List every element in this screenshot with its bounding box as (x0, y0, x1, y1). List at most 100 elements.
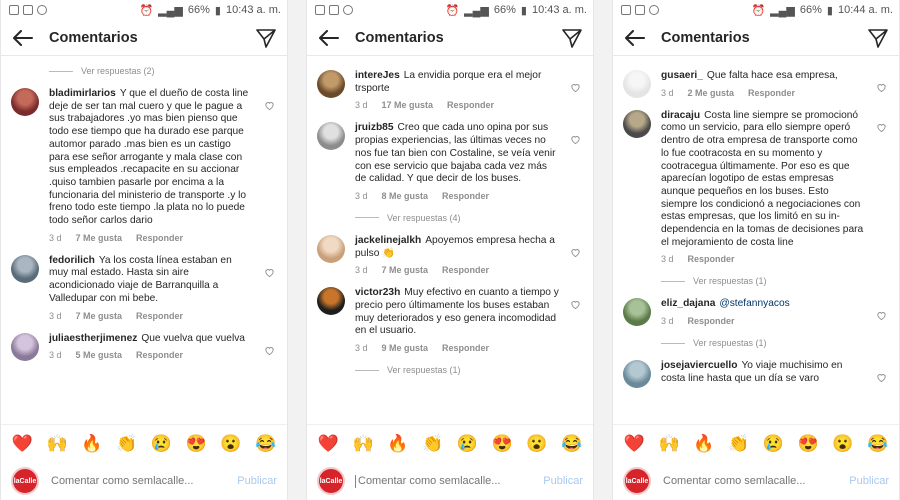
view-replies-link[interactable]: Ver respuestas (1) (355, 365, 593, 375)
avatar[interactable] (11, 254, 39, 283)
comment-input[interactable] (663, 475, 844, 487)
send-icon[interactable] (867, 27, 889, 49)
comment-username[interactable]: victor23h (355, 287, 400, 298)
comment-username[interactable]: jruizb85 (355, 122, 394, 133)
reaction-emoji[interactable]: 🔥 (691, 434, 717, 454)
like-heart-icon[interactable] (876, 120, 887, 132)
like-heart-icon[interactable] (264, 343, 275, 355)
reaction-emoji[interactable]: 😮 (218, 434, 244, 454)
reaction-emoji[interactable]: 😢 (760, 434, 786, 454)
reply-button[interactable]: Responder (748, 88, 795, 98)
view-replies-link[interactable]: Ver respuestas (1) (661, 276, 899, 286)
like-heart-icon[interactable] (570, 245, 581, 258)
like-heart-icon[interactable] (876, 370, 887, 383)
likes-count[interactable]: 5 Me gusta (76, 350, 123, 360)
reaction-emoji[interactable]: 😢 (148, 434, 174, 454)
reaction-emoji[interactable]: ❤️ (315, 434, 341, 454)
reaction-emoji[interactable]: 😮 (524, 434, 550, 454)
comment-username[interactable]: jackelinejalkh (355, 235, 421, 246)
like-heart-icon[interactable] (264, 265, 275, 277)
likes-count[interactable]: 7 Me gusta (382, 265, 429, 275)
reply-button[interactable]: Responder (447, 100, 494, 110)
reaction-emoji[interactable]: 😍 (795, 434, 821, 454)
reply-button[interactable]: Responder (688, 316, 735, 326)
avatar[interactable] (317, 234, 345, 263)
like-heart-icon[interactable] (876, 308, 887, 321)
back-arrow-icon[interactable] (623, 26, 647, 50)
avatar[interactable] (317, 70, 345, 98)
publish-button[interactable]: Publicar (237, 475, 277, 487)
avatar[interactable] (317, 287, 345, 316)
reaction-emoji[interactable]: 😂 (253, 434, 279, 454)
comment-username[interactable]: juliaestherjimenez (49, 333, 137, 344)
avatar[interactable] (317, 122, 345, 151)
publish-button[interactable]: Publicar (849, 475, 889, 487)
like-heart-icon[interactable] (570, 80, 581, 93)
reaction-emoji[interactable]: 😂 (865, 434, 891, 454)
reply-button[interactable]: Responder (442, 265, 489, 275)
likes-count[interactable]: 7 Me gusta (76, 311, 123, 321)
avatar[interactable] (11, 332, 39, 361)
send-icon[interactable] (255, 27, 277, 49)
alarm-icon: ⏰ (445, 4, 460, 17)
reply-button[interactable]: Responder (136, 233, 183, 243)
avatar[interactable] (11, 88, 39, 116)
publish-button[interactable]: Publicar (543, 475, 583, 487)
avatar[interactable] (623, 109, 651, 138)
battery-level: 66% (493, 4, 516, 16)
reaction-emoji[interactable]: 😍 (183, 434, 209, 454)
reaction-emoji[interactable]: 👏 (114, 434, 140, 454)
mention-link[interactable]: @stefannyacos (719, 298, 789, 309)
reaction-emoji[interactable]: 🙌 (656, 434, 682, 454)
comment-input[interactable] (358, 475, 538, 487)
likes-count[interactable]: 9 Me gusta (382, 343, 429, 353)
status-bar: ⏰ ▂▄▆ 66% ▮ 10:44 a. m. (613, 0, 899, 20)
reaction-emoji[interactable]: 😮 (830, 434, 856, 454)
view-replies-link[interactable]: Ver respuestas (4) (355, 213, 593, 223)
send-icon[interactable] (561, 27, 583, 49)
like-heart-icon[interactable] (570, 132, 581, 145)
view-replies-link[interactable]: Ver respuestas (1) (661, 338, 899, 348)
system-indicators: ⏰ ▂▄▆ 66% ▮ 10:43 a. m. (445, 4, 587, 17)
comment-username[interactable]: josejaviercuello (661, 360, 737, 371)
reply-button[interactable]: Responder (442, 343, 489, 353)
reaction-emoji[interactable]: ❤️ (621, 434, 647, 454)
likes-count[interactable]: 8 Me gusta (382, 191, 429, 201)
reaction-emoji[interactable]: 👏 (726, 434, 752, 454)
likes-count[interactable]: 2 Me gusta (688, 88, 735, 98)
comment-text: diracaju Costa line siempre se promocionó… (661, 110, 865, 250)
comment-username[interactable]: diracaju (661, 110, 700, 121)
like-heart-icon[interactable] (876, 80, 887, 93)
reaction-emoji[interactable]: 😢 (454, 434, 480, 454)
comment-item: intereJes La envidia porque era el mejor … (307, 70, 593, 110)
reaction-emoji[interactable]: 🙌 (44, 434, 70, 454)
avatar[interactable] (623, 360, 651, 389)
comment-username[interactable]: eliz_dajana (661, 298, 715, 309)
reply-button[interactable]: Responder (442, 191, 489, 201)
comment-input[interactable] (51, 475, 232, 487)
likes-count[interactable]: 17 Me gusta (382, 100, 434, 110)
comment-username[interactable]: bladimirlarios (49, 88, 116, 99)
like-heart-icon[interactable] (570, 297, 581, 310)
avatar[interactable] (623, 298, 651, 327)
back-arrow-icon[interactable] (11, 26, 35, 50)
reaction-emoji[interactable]: 👏 (420, 434, 446, 454)
reaction-emoji[interactable]: 🔥 (79, 434, 105, 454)
comment-username[interactable]: fedorilich (49, 255, 95, 266)
reaction-emoji[interactable]: 🔥 (385, 434, 411, 454)
reply-button[interactable]: Responder (136, 350, 183, 360)
reaction-emoji[interactable]: ❤️ (9, 434, 35, 454)
reaction-emoji[interactable]: 😍 (489, 434, 515, 454)
reply-button[interactable]: Responder (688, 254, 735, 264)
avatar[interactable] (623, 70, 651, 98)
comment-username[interactable]: gusaeri_ (661, 70, 703, 81)
reply-button[interactable]: Responder (136, 311, 183, 321)
like-heart-icon[interactable] (264, 98, 275, 111)
browser-icon (649, 5, 659, 15)
comment-username[interactable]: intereJes (355, 70, 400, 81)
likes-count[interactable]: 7 Me gusta (76, 233, 123, 243)
reaction-emoji[interactable]: 🙌 (350, 434, 376, 454)
back-arrow-icon[interactable] (317, 26, 341, 50)
reaction-emoji[interactable]: 😂 (559, 434, 585, 454)
view-replies-link[interactable]: Ver respuestas (2) (49, 66, 287, 76)
